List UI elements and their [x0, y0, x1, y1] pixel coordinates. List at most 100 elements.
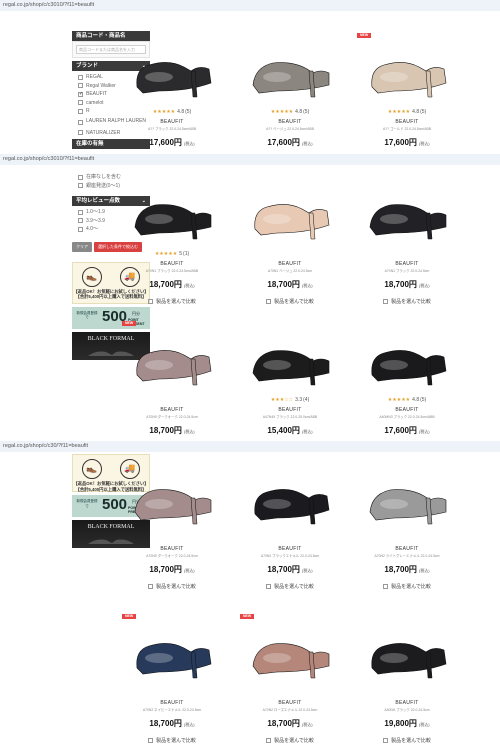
- checkbox[interactable]: [148, 584, 154, 589]
- compare-checkbox[interactable]: 製品を選んで比較: [240, 583, 340, 590]
- review-count[interactable]: (5): [303, 109, 309, 115]
- price-row: 19,800円 (税込): [357, 713, 457, 731]
- compare-checkbox[interactable]: 製品を選んで比較: [240, 737, 340, 744]
- star-icon: ★★★★★: [152, 109, 176, 115]
- brand-name: BEAUFIT: [395, 261, 419, 267]
- product-sku[interactable]: A70N2 ライトグレーエナメル 22.0-24.5cm: [357, 554, 457, 558]
- product-image[interactable]: [364, 327, 450, 393]
- product-sku[interactable]: A40MN3 ブラック 22.0-24.5cm/ABB: [357, 415, 457, 419]
- product-image[interactable]: [247, 181, 333, 247]
- review-count[interactable]: (5): [185, 109, 191, 115]
- review-count[interactable]: (5): [420, 397, 426, 403]
- product-sku[interactable]: A70N2 ブラックエナメル 22.0-24.5cm: [240, 554, 340, 558]
- compare-checkbox[interactable]: 製品を選んで比較: [357, 298, 457, 305]
- checkbox[interactable]: [78, 183, 83, 189]
- product-card[interactable]: NEW BEAUFIT A70N2 ローズエナメル 22.0-24.5cm 18,70…: [240, 614, 340, 744]
- product-sku[interactable]: A47N49 ブラック 22.0-25.0cm/ABB: [240, 415, 340, 419]
- tax-label: (税込): [183, 722, 195, 727]
- product-card[interactable]: ★★★☆☆ 3.3(4) BEAUFIT A47N49 ブラック 22.0-25.0c…: [240, 327, 340, 441]
- product-card[interactable]: NEW BEAUFIT A70N9 ダークオーク 22.0-24.5cm 18,700…: [122, 321, 222, 441]
- brand-name: BEAUFIT: [160, 407, 184, 413]
- url-bar[interactable]: regal.co.jp/shop/c/c3010/?f11=beaufit: [0, 0, 500, 11]
- brand-name: BEAUFIT: [278, 407, 302, 413]
- review-count[interactable]: (5): [420, 109, 426, 115]
- product-card[interactable]: BEAUFIT A70N9 ダークオーク 22.0-24.5cm 18,700円 (税…: [122, 466, 222, 590]
- compare-checkbox[interactable]: 製品を選んで比較: [122, 583, 222, 590]
- url-bar[interactable]: regal.co.jp/shop/c/c30/?f11=beaufit: [0, 441, 500, 452]
- product-image[interactable]: [129, 39, 215, 105]
- checkbox[interactable]: [78, 226, 83, 232]
- checkbox[interactable]: [78, 174, 83, 180]
- checkbox[interactable]: [266, 738, 272, 743]
- product-card[interactable]: NEW ★★★★★ 4.8(5) BEAUFIT A?? ゴールド 22.0-24.5c…: [357, 33, 457, 150]
- product-card[interactable]: ★★★★★ 4.8(5) BEAUFIT A40MN3 ブラック 22.0-24.5c…: [357, 327, 457, 441]
- checkbox[interactable]: [266, 299, 272, 304]
- clear-button[interactable]: クリア: [72, 241, 92, 252]
- product-sku[interactable]: A70N1 ブラック 22.0-24.5cm: [357, 269, 457, 273]
- rating: ★★★★★ 4.8(5): [357, 397, 457, 404]
- product-card[interactable]: ★★★★★ 4.8(5) BEAUFIT A?? ブラック 22.0-24.5cm/A…: [122, 39, 222, 150]
- product-sku[interactable]: A70N2 ローズエナメル 22.0-24.5cm: [240, 708, 340, 712]
- checkbox-checked[interactable]: ✓: [78, 91, 83, 97]
- product-sku[interactable]: A70N9 ダークオーク 22.0-24.5cm: [122, 554, 222, 558]
- product-image[interactable]: [364, 39, 450, 105]
- product-image[interactable]: [129, 620, 215, 686]
- product-image[interactable]: [364, 620, 450, 686]
- rating: ★★★★★ 4.8(5): [240, 109, 340, 116]
- product-sku[interactable]: A70N2 ネイビーエナメル 22.0-24.5cm: [122, 708, 222, 712]
- product-image[interactable]: [364, 466, 450, 532]
- checkbox[interactable]: [78, 218, 83, 224]
- checkbox[interactable]: [78, 119, 83, 125]
- checkbox[interactable]: [148, 299, 154, 304]
- tax-label: (税込): [301, 722, 313, 727]
- url-bar[interactable]: regal.co.jp/shop/c/c3010/?f11=beaufit: [0, 154, 500, 165]
- product-image[interactable]: [247, 620, 333, 686]
- review-count[interactable]: (4): [303, 397, 309, 403]
- product-image[interactable]: [247, 466, 333, 532]
- product-sku[interactable]: A?? ベージュ 22.0-24.5cm/ABB: [240, 127, 340, 131]
- product-sku[interactable]: A40NH ブラック 22.0-24.5cm: [357, 708, 457, 712]
- product-card[interactable]: BEAUFIT A70N1 ブラック 22.0-24.5cm 18,700円 (税込)…: [357, 181, 457, 305]
- product-card[interactable]: ★★★★★ 5(1) BEAUFIT A70N1 ブラック 22.0-24.5cm/A…: [122, 181, 222, 305]
- product-sku[interactable]: A70N1 ベージュ 22.0-24.5cm: [240, 269, 340, 273]
- product-card[interactable]: ★★★★★ 4.8(5) BEAUFIT A?? ベージュ 22.0-24.5cm/A…: [240, 39, 340, 150]
- product-card[interactable]: BEAUFIT A70N2 ブラックエナメル 22.0-24.5cm 18,700円…: [240, 466, 340, 590]
- product-card[interactable]: NEW BEAUFIT A70N2 ネイビーエナメル 22.0-24.5cm 18,7…: [122, 614, 222, 744]
- banner-point-present[interactable]: 新規会員登録で 500 円分 POINT PRESENT: [72, 306, 150, 329]
- product-image[interactable]: [247, 39, 333, 105]
- product-card[interactable]: BEAUFIT A70N1 ベージュ 22.0-24.5cm 18,700円 (税込)…: [240, 181, 340, 305]
- product-sku[interactable]: A70N1 ブラック 22.0-24.5cm/ABB: [122, 269, 222, 273]
- rating: [122, 397, 222, 404]
- compare-checkbox[interactable]: 製品を選んで比較: [240, 298, 340, 305]
- checkbox[interactable]: [383, 738, 389, 743]
- product-sku[interactable]: A?? ゴールド 22.0-24.5cm/ABB: [357, 127, 457, 131]
- tax-label: (税込): [418, 722, 430, 727]
- compare-checkbox[interactable]: 製品を選んで比較: [122, 298, 222, 305]
- new-badge: NEW: [240, 614, 255, 619]
- product-image[interactable]: [129, 181, 215, 247]
- checkbox[interactable]: [78, 83, 83, 89]
- checkbox[interactable]: [266, 584, 272, 589]
- product-card[interactable]: BEAUFIT A40NH ブラック 22.0-24.5cm 19,800円 (税込)…: [357, 620, 457, 744]
- product-image[interactable]: [129, 466, 215, 532]
- filter-header-label: ブランド: [76, 63, 99, 69]
- product-sku[interactable]: A?? ブラック 22.0-24.5cm/ABB: [122, 127, 222, 131]
- compare-checkbox[interactable]: 製品を選んで比較: [122, 737, 222, 744]
- checkbox[interactable]: [78, 74, 83, 80]
- checkbox[interactable]: [78, 100, 83, 106]
- checkbox[interactable]: [78, 130, 83, 136]
- checkbox[interactable]: [383, 584, 389, 589]
- product-image[interactable]: [129, 327, 215, 393]
- checkbox[interactable]: [78, 108, 83, 114]
- product-card[interactable]: BEAUFIT A70N2 ライトグレーエナメル 22.0-24.5cm 18,70…: [357, 466, 457, 590]
- price-row: 17,600円 (税込): [122, 132, 222, 150]
- product-image[interactable]: [364, 181, 450, 247]
- product-image[interactable]: [247, 327, 333, 393]
- product-sku[interactable]: A70N9 ダークオーク 22.0-24.5cm: [122, 415, 222, 419]
- checkbox[interactable]: [148, 738, 154, 743]
- checkbox[interactable]: [78, 209, 83, 215]
- checkbox[interactable]: [383, 299, 389, 304]
- compare-checkbox[interactable]: 製品を選んで比較: [357, 583, 457, 590]
- review-count[interactable]: (1): [183, 251, 189, 257]
- compare-checkbox[interactable]: 製品を選んで比較: [357, 737, 457, 744]
